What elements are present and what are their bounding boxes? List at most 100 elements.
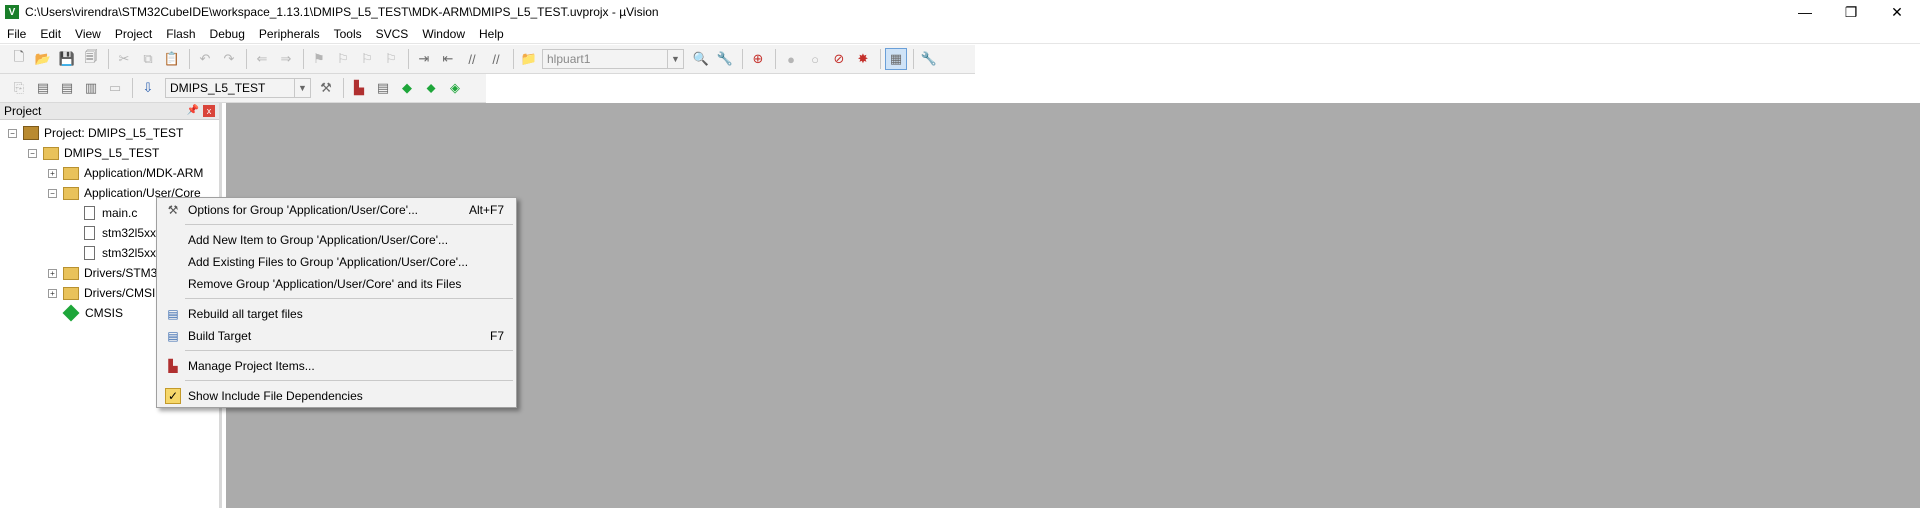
menu-item-add-existing-files[interactable]: Add Existing Files to Group 'Application… [157, 252, 516, 272]
minimize-button[interactable]: — [1782, 0, 1828, 24]
toolbar-separator [880, 49, 881, 69]
tree-item-file-stm32l5xx-2[interactable]: stm32l5xx [84, 243, 156, 263]
c-file-icon [84, 246, 95, 260]
translate-icon[interactable]: ⎘ [8, 77, 30, 99]
menu-tools[interactable]: Tools [327, 24, 369, 44]
download-icon[interactable]: ⇩ [137, 77, 159, 99]
collapse-icon[interactable]: − [28, 148, 37, 158]
build-toolbar: ⎘ ▤ ▤ ▥ ▭ ⇩ DMIPS_L5_TEST ▼ ⚒ ▙ ▤ ◆ ⬥ ◈ [0, 74, 486, 103]
tree-item-group-mdk-arm[interactable]: + Application/MDK-ARM [48, 163, 203, 183]
undo-icon[interactable]: ↶ [194, 48, 216, 70]
menu-separator [185, 380, 513, 381]
tree-item-group-drivers-cmsis[interactable]: + Drivers/CMSI [48, 283, 155, 303]
tree-item-file-stm32l5xx-1[interactable]: stm32l5xx [84, 223, 156, 243]
incremental-find-icon[interactable]: 🔧 [714, 48, 736, 70]
navigate-forward-icon[interactable]: ⇒ [275, 48, 297, 70]
uvision-app-icon[interactable]: V [5, 5, 19, 19]
collapse-icon[interactable]: − [48, 188, 57, 198]
open-file-icon[interactable]: 📂 [32, 48, 54, 70]
tree-item-target[interactable]: − DMIPS_L5_TEST [28, 143, 159, 163]
comment-icon[interactable]: // [461, 48, 483, 70]
batch-build-icon[interactable]: ▥ [80, 77, 102, 99]
toolbar-separator [775, 49, 776, 69]
build-icon[interactable]: ▤ [32, 77, 54, 99]
menu-edit[interactable]: Edit [33, 24, 68, 44]
copy-icon[interactable]: ⧉ [137, 48, 159, 70]
pack-installer-icon[interactable]: ◈ [444, 77, 466, 99]
next-bookmark-icon[interactable]: ⚐ [356, 48, 378, 70]
menu-project[interactable]: Project [108, 24, 159, 44]
menu-debug[interactable]: Debug [203, 24, 252, 44]
target-options-icon[interactable]: ⚒ [315, 77, 337, 99]
menu-view[interactable]: View [68, 24, 108, 44]
menu-flash[interactable]: Flash [159, 24, 202, 44]
select-software-packs-icon[interactable]: ⬥ [420, 77, 442, 99]
folder-open-icon [63, 186, 79, 200]
menu-help[interactable]: Help [472, 24, 511, 44]
bookmark-icon[interactable]: ⚑ [308, 48, 330, 70]
tree-item-project[interactable]: − Project: DMIPS_L5_TEST [8, 123, 183, 143]
tree-item-group-drivers-stm32[interactable]: + Drivers/STM3 [48, 263, 157, 283]
target-folder-icon [43, 146, 59, 160]
window-layout-icon[interactable]: ▦ [885, 48, 907, 70]
menu-item-add-new-item[interactable]: Add New Item to Group 'Application/User/… [157, 230, 516, 250]
build-icon: ▤ [167, 329, 179, 343]
find-combo[interactable]: hlpuart1 ▼ [542, 49, 684, 69]
prev-bookmark-icon[interactable]: ⚐ [332, 48, 354, 70]
menu-item-build-target[interactable]: ▤ Build Target F7 [157, 326, 516, 346]
unindent-icon[interactable]: ⇤ [437, 48, 459, 70]
clear-bookmarks-icon[interactable]: ⚐ [380, 48, 402, 70]
stop-build-icon[interactable]: ▭ [104, 77, 126, 99]
rebuild-icon[interactable]: ▤ [56, 77, 78, 99]
tree-item-file-main[interactable]: main.c [84, 203, 137, 223]
redo-icon[interactable]: ↷ [218, 48, 240, 70]
find-icon[interactable]: 🔍 [690, 48, 712, 70]
toolbar-separator [343, 78, 344, 98]
target-select[interactable]: DMIPS_L5_TEST ▼ [165, 78, 311, 98]
expand-icon[interactable]: + [48, 288, 57, 298]
manage-project-items-icon[interactable]: ▙ [348, 77, 370, 99]
disable-all-breakpoints-icon[interactable]: ⊘ [828, 48, 850, 70]
expand-icon[interactable]: + [48, 168, 57, 178]
paste-icon[interactable]: 📋 [161, 48, 183, 70]
folder-icon [63, 286, 79, 300]
menu-item-remove-group[interactable]: Remove Group 'Application/User/Core' and… [157, 274, 516, 294]
menu-item-manage-project-items[interactable]: ▙ Manage Project Items... [157, 356, 516, 376]
cut-icon[interactable]: ✂ [113, 48, 135, 70]
menu-window[interactable]: Window [415, 24, 472, 44]
toolbar-separator [132, 78, 133, 98]
save-all-icon[interactable]: 🗐 [80, 48, 102, 70]
menu-item-label: Build Target [188, 329, 252, 343]
close-button[interactable]: ✕ [1874, 0, 1920, 24]
disable-breakpoint-icon[interactable]: ○ [804, 48, 826, 70]
kill-breakpoints-icon[interactable]: ✸ [852, 48, 874, 70]
expand-icon[interactable]: + [48, 268, 57, 278]
save-icon[interactable]: 💾 [56, 48, 78, 70]
menu-item-label: Options for Group 'Application/User/Core… [188, 203, 419, 217]
toolbar-separator [246, 49, 247, 69]
chevron-down-icon[interactable]: ▼ [667, 50, 683, 68]
menu-item-rebuild-all[interactable]: ▤ Rebuild all target files [157, 304, 516, 324]
menu-file[interactable]: File [0, 24, 33, 44]
navigate-back-icon[interactable]: ⇐ [251, 48, 273, 70]
indent-icon[interactable]: ⇥ [413, 48, 435, 70]
breakpoint-icon[interactable]: ● [780, 48, 802, 70]
uncomment-icon[interactable]: // [485, 48, 507, 70]
tree-item-cmsis[interactable]: CMSIS [62, 303, 123, 323]
debug-session-icon[interactable]: ⊕ [747, 48, 769, 70]
configure-icon[interactable]: 🔧 [918, 48, 940, 70]
file-extensions-icon[interactable]: ▤ [372, 77, 394, 99]
menu-svcs[interactable]: SVCS [369, 24, 416, 44]
chevron-down-icon[interactable]: ▼ [294, 79, 310, 97]
manage-run-time-environment-icon[interactable]: ◆ [396, 77, 418, 99]
new-file-icon[interactable]: 🗋 [8, 48, 30, 70]
find-in-files-icon[interactable]: 📁 [518, 48, 540, 70]
restore-button[interactable]: ❐ [1828, 0, 1874, 24]
pin-icon[interactable]: 📌 [187, 105, 199, 116]
menu-item-options-for-group[interactable]: ⚒ Options for Group 'Application/User/Co… [157, 200, 516, 220]
menu-peripherals[interactable]: Peripherals [252, 24, 327, 44]
menu-item-show-include-deps[interactable]: ✓ Show Include File Dependencies [157, 386, 516, 406]
tree-item-label: Drivers/CMSI [84, 286, 156, 300]
collapse-icon[interactable]: − [8, 128, 17, 138]
panel-close-icon[interactable]: x [203, 105, 215, 117]
